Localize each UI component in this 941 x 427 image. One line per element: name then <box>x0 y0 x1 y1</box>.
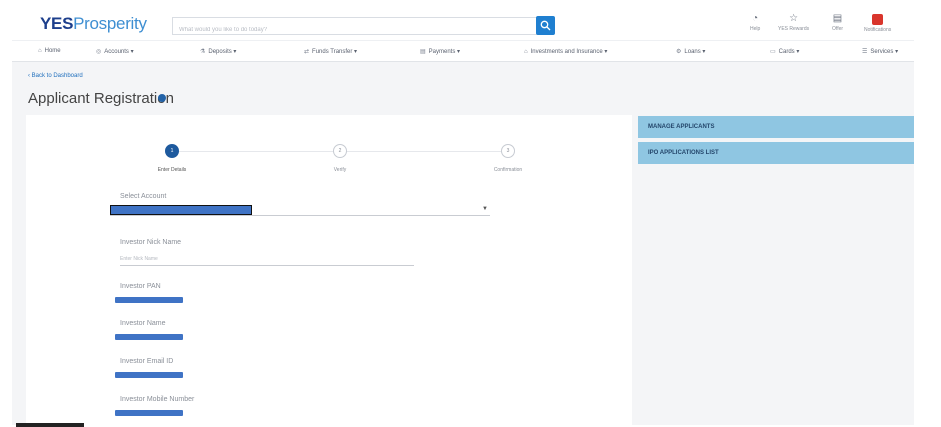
redacted-mobile-value <box>115 410 183 416</box>
step-2-label: Verify <box>333 167 347 173</box>
mobile-label: Investor Mobile Number <box>120 396 195 403</box>
nick-name-label: Investor Nick Name <box>120 239 182 246</box>
offer-label: Offer <box>832 26 844 32</box>
select-account-dropdown[interactable]: ▼ <box>110 202 490 216</box>
step-2-indicator: 2 <box>333 144 347 158</box>
redacted-name-value <box>115 334 183 340</box>
nav-cards-label: Cards ▾ <box>778 49 800 55</box>
step-1-indicator: 1 <box>165 144 179 158</box>
side-panel: MANAGE APPLICANTS IPO APPLICATIONS LIST <box>638 115 914 425</box>
nav-funds-transfer[interactable]: ⇄ Funds Transfer ▾ <box>304 48 357 55</box>
notifications-button[interactable]: Notifications <box>864 14 891 33</box>
main-nav: ⌂ Home ◎ Accounts ▾ ⚗ Deposits ▾ ⇄ Funds Tra… <box>12 40 914 62</box>
accounts-icon: ◎ <box>96 49 102 55</box>
star-icon: ☆ <box>789 13 799 24</box>
nav-services[interactable]: ☰ Services ▾ <box>862 48 898 55</box>
investor-name-label: Investor Name <box>120 320 166 327</box>
investments-icon: ⌂ <box>524 49 528 55</box>
top-bar: YESProsperity ◔ Help ☆ YES Rewards ▤ Off… <box>12 8 914 40</box>
search-icon <box>540 20 551 31</box>
help-button[interactable]: ◔ Help <box>750 13 761 33</box>
rewards-label: YES Rewards <box>778 26 810 32</box>
pan-label: Investor PAN <box>120 283 161 290</box>
chevron-down-icon: ▼ <box>482 206 488 212</box>
ipo-applications-list-link[interactable]: IPO APPLICATIONS LIST <box>638 142 914 164</box>
nav-accounts-label: Accounts ▾ <box>104 49 134 55</box>
step-3-label: Confirmation <box>493 167 523 173</box>
nav-investments-label: Investments and Insurance ▾ <box>530 49 608 55</box>
logo-light: Prosperity <box>73 14 147 33</box>
redacted-email-value <box>115 372 183 378</box>
search-input[interactable] <box>173 22 554 38</box>
nav-home-label: Home <box>44 48 61 54</box>
services-icon: ☰ <box>862 49 868 55</box>
nav-services-label: Services ▾ <box>870 49 899 55</box>
nav-home[interactable]: ⌂ Home <box>38 48 61 54</box>
nav-deposits[interactable]: ⚗ Deposits ▾ <box>200 48 236 55</box>
step-3-indicator: 3 <box>501 144 515 158</box>
nav-loans[interactable]: ⚙ Loans ▾ <box>676 48 705 55</box>
nav-accounts[interactable]: ◎ Accounts ▾ <box>96 48 134 55</box>
deposits-icon: ⚗ <box>200 49 206 55</box>
app-window: YESProsperity ◔ Help ☆ YES Rewards ▤ Off… <box>12 8 914 425</box>
offer-icon: ▤ <box>832 13 843 24</box>
loans-icon: ⚙ <box>676 49 682 55</box>
brand-logo[interactable]: YESProsperity <box>40 14 147 34</box>
notifications-label: Notifications <box>864 27 892 33</box>
nav-investments[interactable]: ⌂ Investments and Insurance ▾ <box>524 48 607 55</box>
nav-loans-label: Loans ▾ <box>684 49 706 55</box>
page-title: Applicant Registration <box>28 90 174 107</box>
home-icon: ⌂ <box>38 48 42 54</box>
funds-transfer-icon: ⇄ <box>304 49 310 55</box>
select-account-label: Select Account <box>120 193 167 200</box>
nav-deposits-label: Deposits ▾ <box>208 49 237 55</box>
redacted-account-value <box>110 205 252 215</box>
offer-button[interactable]: ▤ Offer <box>832 13 844 33</box>
registration-form-card: 1 2 3 Enter Details Verify Confirmation … <box>26 115 632 425</box>
manage-applicants-link[interactable]: MANAGE APPLICANTS <box>638 116 914 138</box>
rewards-button[interactable]: ☆ YES Rewards <box>778 13 810 33</box>
nav-payments-label: Payments ▾ <box>428 49 461 55</box>
scrollbar-thumb <box>16 423 84 427</box>
bell-icon <box>872 14 884 25</box>
search-button[interactable] <box>536 16 555 35</box>
help-icon: ◔ <box>752 13 759 24</box>
nick-name-input[interactable] <box>120 252 414 266</box>
help-label: Help <box>750 26 761 32</box>
email-label: Investor Email ID <box>120 358 174 365</box>
redacted-pan-value <box>115 297 183 303</box>
cards-icon: ▭ <box>770 49 776 55</box>
back-to-dashboard-link[interactable]: ‹ Back to Dashboard <box>28 73 83 79</box>
nav-payments[interactable]: ▤ Payments ▾ <box>420 48 460 55</box>
step-1-label: Enter Details <box>157 167 187 173</box>
nav-funds-transfer-label: Funds Transfer ▾ <box>312 49 358 55</box>
logo-bold: YES <box>40 14 74 33</box>
info-icon[interactable] <box>158 94 166 102</box>
nav-cards[interactable]: ▭ Cards ▾ <box>770 48 799 55</box>
payments-icon: ▤ <box>420 49 426 55</box>
search-box <box>172 17 554 38</box>
